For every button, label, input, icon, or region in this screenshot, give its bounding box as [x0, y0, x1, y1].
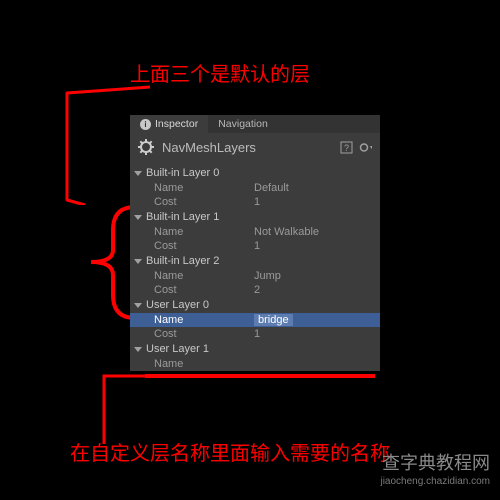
watermark: 查字典教程网 jiaocheng.chazidian.com	[380, 452, 490, 488]
prop-value: Default	[254, 182, 380, 194]
prop-row-cost[interactable]: Cost2	[130, 283, 380, 297]
prop-label: Name	[154, 358, 254, 370]
layer-head-label: Built-in Layer 2	[146, 255, 219, 267]
svg-text:▾: ▾	[370, 145, 372, 151]
annotation-top: 上面三个是默认的层	[130, 58, 310, 87]
info-icon: i	[140, 119, 151, 130]
prop-row-name[interactable]: NameDefault	[130, 181, 380, 195]
prop-value	[254, 358, 380, 370]
chevron-down-icon	[134, 215, 142, 220]
prop-label: Cost	[154, 196, 254, 208]
prop-value: 2	[254, 284, 380, 296]
tab-navigation-label: Navigation	[218, 118, 268, 130]
layer-foldout[interactable]: User Layer 1	[130, 341, 380, 357]
name-input[interactable]: bridge	[254, 314, 380, 326]
prop-label: Cost	[154, 284, 254, 296]
tab-bar: i Inspector Navigation	[130, 115, 380, 133]
tab-inspector-label: Inspector	[155, 118, 198, 130]
annotation-bottom: 在自定义层名称里面输入需要的名称	[70, 437, 390, 466]
prop-label: Name	[154, 314, 254, 326]
input-text: bridge	[254, 314, 293, 326]
layer-head-label: User Layer 0	[146, 299, 209, 311]
watermark-url: jiaocheng.chazidian.com	[380, 475, 490, 488]
annotation-underline	[145, 374, 375, 378]
layer-foldout[interactable]: User Layer 0	[130, 297, 380, 313]
annotation-arrow-bottom	[100, 372, 150, 447]
svg-text:?: ?	[344, 143, 349, 153]
prop-row-name-selected[interactable]: Namebridge	[130, 313, 380, 327]
tab-navigation[interactable]: Navigation	[208, 115, 278, 133]
layer-head-label: User Layer 1	[146, 343, 209, 355]
chevron-down-icon	[134, 171, 142, 176]
gear-icon	[138, 139, 154, 155]
layer-head-label: Built-in Layer 0	[146, 167, 219, 179]
inspector-panel: i Inspector Navigation NavMeshLayers ? ▾…	[130, 115, 380, 371]
prop-row-name[interactable]: NameJump	[130, 269, 380, 283]
prop-label: Cost	[154, 328, 254, 340]
watermark-title: 查字典教程网	[380, 452, 490, 475]
layer-list: Built-in Layer 0 NameDefault Cost1 Built…	[130, 165, 380, 371]
prop-value: Jump	[254, 270, 380, 282]
page-title: NavMeshLayers	[162, 140, 340, 155]
settings-gear-icon[interactable]: ▾	[359, 141, 372, 154]
prop-label: Cost	[154, 240, 254, 252]
panel-header: NavMeshLayers ? ▾	[130, 133, 380, 165]
chevron-down-icon	[134, 347, 142, 352]
prop-label: Name	[154, 182, 254, 194]
prop-value: 1	[254, 196, 380, 208]
layer-foldout[interactable]: Built-in Layer 0	[130, 165, 380, 181]
prop-value: 1	[254, 240, 380, 252]
prop-value: 1	[254, 328, 380, 340]
prop-row-cost[interactable]: Cost1	[130, 239, 380, 253]
chevron-down-icon	[134, 259, 142, 264]
prop-row-cost[interactable]: Cost1	[130, 327, 380, 341]
prop-row-name[interactable]: NameNot Walkable	[130, 225, 380, 239]
prop-label: Name	[154, 270, 254, 282]
layer-foldout[interactable]: Built-in Layer 1	[130, 209, 380, 225]
chevron-down-icon	[134, 303, 142, 308]
layer-foldout[interactable]: Built-in Layer 2	[130, 253, 380, 269]
prop-value: Not Walkable	[254, 226, 380, 238]
prop-label: Name	[154, 226, 254, 238]
help-icon[interactable]: ?	[340, 141, 353, 154]
prop-row-name[interactable]: Name	[130, 357, 380, 371]
layer-head-label: Built-in Layer 1	[146, 211, 219, 223]
prop-row-cost[interactable]: Cost1	[130, 195, 380, 209]
tab-inspector[interactable]: i Inspector	[130, 115, 208, 133]
